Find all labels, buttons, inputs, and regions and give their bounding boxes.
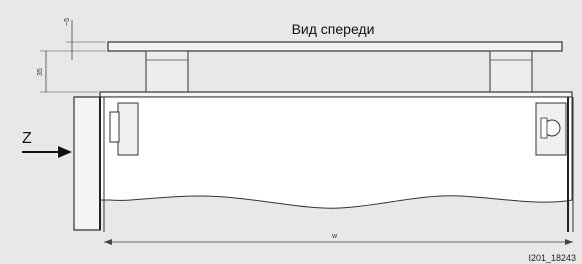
dim-arrow-left [104, 239, 112, 245]
front-view-drawing [22, 20, 574, 245]
right-bracket [489, 50, 533, 94]
technical-drawing: Вид спереди Z ~5 35 w I201_18243 [0, 0, 582, 264]
view-arrow-head [58, 146, 72, 158]
view-title: Вид спереди [291, 21, 375, 37]
figure-caption: I201_18243 [528, 253, 576, 263]
top-plate [107, 41, 563, 52]
dim-arrow-right [565, 239, 573, 245]
unit-body [99, 96, 573, 209]
dim-label-mount-height: 35 [37, 68, 44, 76]
left-connector-port [109, 111, 120, 143]
left-end-cap [73, 96, 101, 231]
right-connector-slot [540, 117, 548, 139]
left-bracket [145, 50, 189, 94]
dim-label-overall-width: w [332, 233, 338, 240]
view-direction-label: Z [22, 130, 32, 147]
dim-label-top-gap: ~5 [64, 18, 71, 26]
body-top-bar [99, 91, 573, 98]
left-connector-box [117, 102, 139, 156]
